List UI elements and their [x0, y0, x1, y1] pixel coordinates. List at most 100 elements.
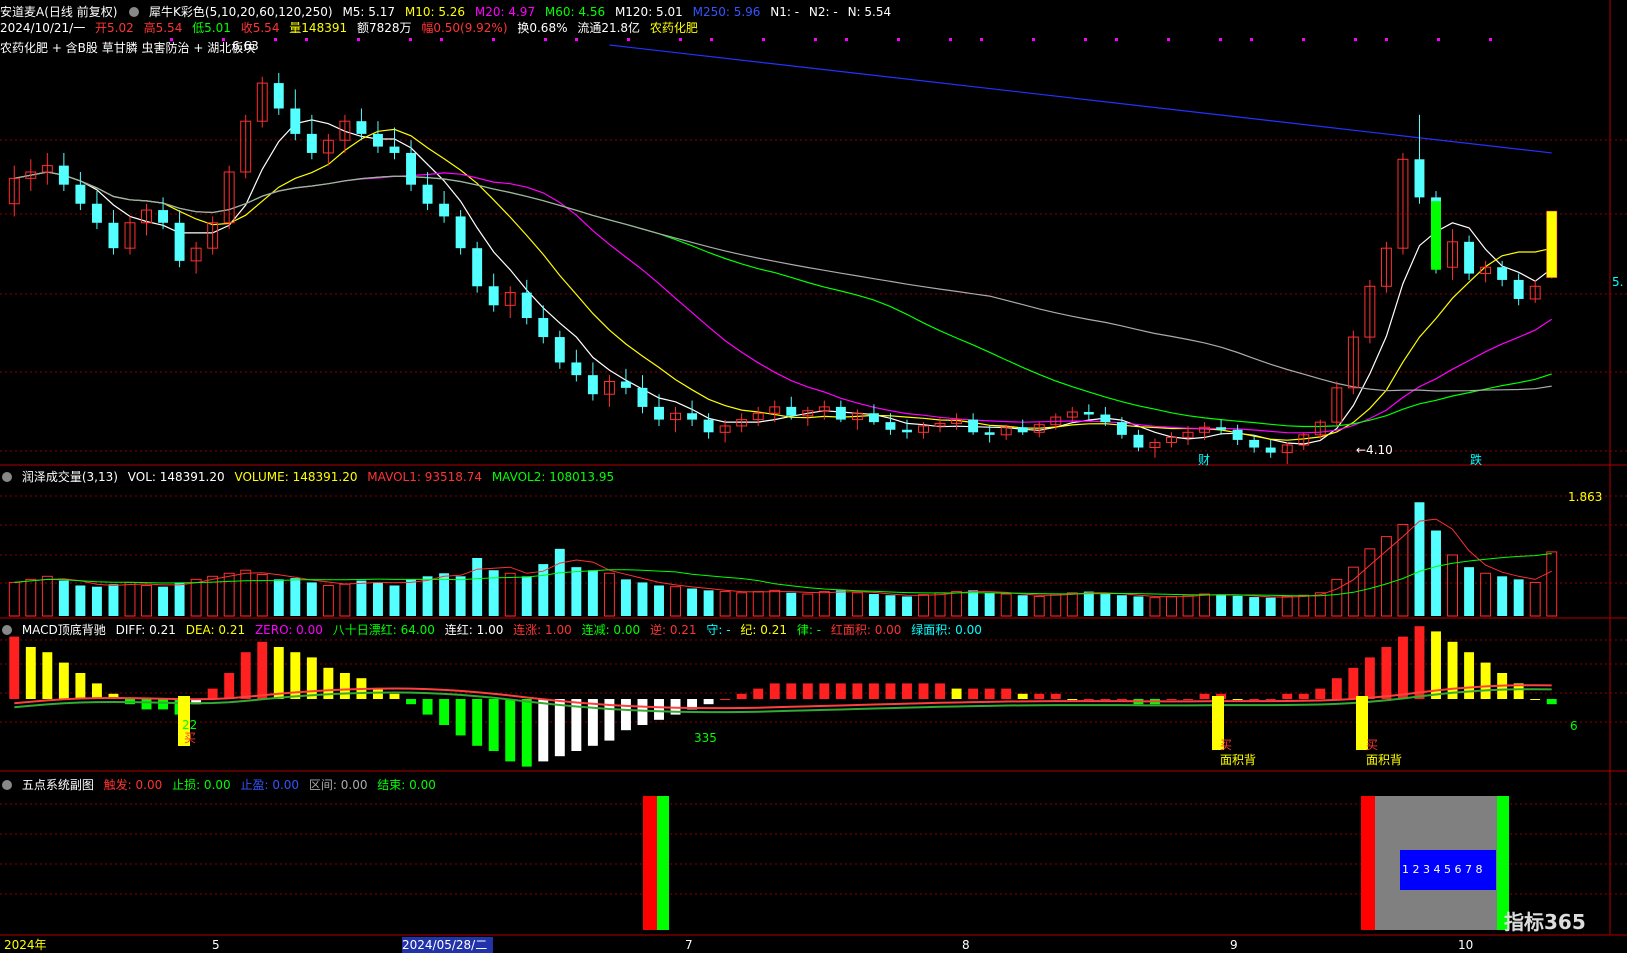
candle-body-down — [158, 210, 169, 223]
ma120-value: M120: 5.01 — [614, 5, 683, 19]
candle-body-down — [1497, 267, 1508, 280]
volume-bar-down — [356, 580, 367, 616]
macd-bar — [1017, 693, 1028, 699]
candle-body-down — [1232, 429, 1243, 440]
candle-body-down — [108, 222, 119, 249]
time-axis-2: 2024/05/28/二 — [402, 937, 494, 953]
candle-body-down — [984, 432, 995, 435]
turnover-label: 换0.68% — [517, 21, 568, 35]
signal-dot — [1437, 38, 1440, 41]
five-panel-title[interactable]: 五点系统副图 — [22, 778, 94, 792]
candle-body-down — [439, 203, 450, 217]
volume-bar-up — [851, 592, 863, 617]
five-box-label-text: 1 2 3 4 5 6 7 8 — [1402, 863, 1483, 876]
macd-bar — [1232, 699, 1243, 700]
cai-marker: 财 — [1198, 452, 1216, 468]
ma20-value: M20: 4.97 — [474, 5, 536, 19]
time-axis-0: 2024年 — [4, 937, 53, 953]
n1-value: N1: - — [770, 5, 800, 19]
macd-bar — [1431, 631, 1441, 699]
candle-body-down — [356, 121, 367, 134]
volume-bar-up — [1149, 597, 1161, 617]
signal-dot — [274, 38, 277, 41]
volume-bar-up — [719, 591, 731, 617]
macd-bar — [224, 673, 235, 699]
volume-bar-down — [406, 579, 416, 616]
ma250-value: M250: 5.96 — [692, 5, 761, 19]
candle-body-down — [1265, 447, 1276, 453]
macd-bar — [1265, 699, 1276, 700]
macd-panel-title[interactable]: MACD顶底背驰 — [22, 623, 106, 637]
signal-dot — [544, 38, 547, 41]
volume-bar-up — [818, 591, 830, 617]
open-label: 开5.02 — [95, 21, 134, 35]
five-green-bar-1 — [657, 796, 669, 930]
volume-bar-up — [1331, 578, 1343, 617]
mavol1-value: MAVOL1: 93518.74 — [367, 470, 482, 484]
lianzhang-value: 连涨: 1.00 — [513, 623, 572, 637]
signal-dot — [409, 38, 412, 41]
time-axis-4: 8 — [962, 937, 976, 953]
candle-body-down — [1133, 434, 1144, 448]
time-axis-6: 10 — [1458, 937, 1479, 953]
five-panel-header: 五点系统副图 触发: 0.00 止损: 0.00 止盈: 0.00 区间: 0.… — [0, 777, 442, 793]
concept-tags[interactable]: 农药化肥 + 含B股 草甘膦 虫害防治 + 湖北板块 — [0, 41, 255, 55]
price-axis-text: 5. — [1612, 275, 1624, 289]
time-axis-3: 7 — [685, 937, 699, 953]
macd-area-div-1-text: 面积背 — [1220, 753, 1257, 767]
panel-settings-icon[interactable] — [2, 472, 12, 482]
ma-line-20 — [14, 171, 1553, 434]
volume-bar-down — [422, 576, 433, 616]
signal-dot — [440, 38, 443, 41]
candle-body-down — [58, 165, 69, 185]
panel-settings-icon[interactable] — [2, 780, 12, 790]
stock-title[interactable]: 安道麦A(日线 前复权) — [0, 5, 117, 19]
volume-bar-up — [752, 591, 764, 617]
change-label: 幅0.50(9.92%) — [421, 21, 508, 35]
volume-bar-down — [786, 592, 797, 616]
settings-icon[interactable] — [129, 7, 140, 17]
macd-bar — [455, 699, 466, 736]
volume-bar-down — [587, 570, 598, 616]
candle-body-down — [571, 362, 582, 376]
sector-label[interactable]: 农药化肥 — [650, 21, 698, 35]
candle-body-down — [1116, 422, 1127, 435]
volume-bar-down — [835, 590, 846, 616]
macd-bar — [918, 683, 929, 699]
macd-histogram — [9, 626, 1557, 767]
volume-bar-up — [1066, 592, 1078, 617]
macd-bar — [240, 652, 251, 699]
candle-body-down — [637, 387, 648, 407]
macd-bar — [769, 683, 780, 699]
mavol2-value: MAVOL2: 108013.95 — [491, 470, 615, 484]
signal-dot — [492, 38, 495, 41]
signal-dot — [305, 38, 308, 41]
macd-bar — [373, 688, 383, 699]
macd-bar — [25, 647, 36, 699]
volume-bar-up — [802, 593, 814, 617]
mavol-line-13 — [14, 553, 1552, 597]
volume-bar-down — [1133, 596, 1144, 616]
volume-bar-down — [58, 580, 69, 616]
volume-bar-down — [1265, 597, 1276, 616]
time-axis-label-9: 9 — [1230, 938, 1238, 952]
panel-settings-icon[interactable] — [2, 625, 12, 635]
cai-marker-text: 财 — [1198, 453, 1211, 467]
volume-bar-down — [571, 567, 582, 616]
macd-bar — [1315, 688, 1326, 699]
moving-average-lines — [14, 44, 1553, 445]
volume-bar-down — [174, 582, 185, 616]
macd-bar — [868, 683, 879, 699]
signal-dot — [627, 38, 630, 41]
signal-dot — [1032, 38, 1035, 41]
macd-bar — [1298, 693, 1309, 699]
indicator-name[interactable]: 犀牛K彩色(5,10,20,60,120,250) — [149, 5, 333, 19]
signal-dot — [710, 38, 713, 41]
volume-bar-down — [1100, 594, 1111, 616]
ma-line-5 — [14, 119, 1553, 445]
candle-body-down — [554, 337, 565, 363]
volume-panel-title[interactable]: 润泽成交量(3,13) — [22, 470, 118, 484]
amount-label: 额7828万 — [356, 21, 412, 35]
volume-bar-down — [306, 582, 317, 616]
volume-bar-up — [1199, 593, 1211, 617]
